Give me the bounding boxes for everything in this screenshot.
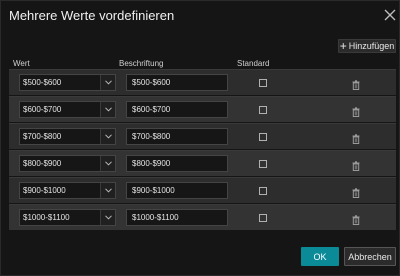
value-select-value: $900-$1000 bbox=[20, 183, 101, 198]
value-select-value: $500-$600 bbox=[20, 75, 101, 90]
value-row: $900-$1000 $900-$1000 bbox=[9, 177, 396, 203]
trash-icon[interactable] bbox=[352, 185, 360, 198]
label-input[interactable]: $600-$700 bbox=[126, 101, 228, 118]
plus-icon: + bbox=[339, 39, 347, 53]
trash-icon[interactable] bbox=[352, 77, 360, 90]
value-select-value: $1000-$1100 bbox=[20, 210, 101, 225]
close-icon[interactable] bbox=[383, 8, 397, 22]
default-checkbox[interactable] bbox=[259, 106, 267, 114]
label-input[interactable]: $1000-$1100 bbox=[126, 209, 228, 226]
chevron-down-icon[interactable] bbox=[101, 102, 115, 117]
trash-icon[interactable] bbox=[352, 212, 360, 225]
add-button[interactable]: + Hinzufügen bbox=[338, 39, 396, 53]
value-row: $1000-$1100 $1000-$1100 bbox=[9, 204, 396, 230]
default-checkbox[interactable] bbox=[259, 79, 267, 87]
dialog: Mehrere Werte vordefinieren + Hinzufügen… bbox=[0, 0, 400, 276]
value-row: $800-$900 $800-$900 bbox=[9, 150, 396, 176]
trash-icon[interactable] bbox=[352, 131, 360, 144]
value-select[interactable]: $1000-$1100 bbox=[19, 209, 116, 226]
label-input[interactable]: $700-$800 bbox=[126, 128, 228, 145]
value-select[interactable]: $800-$900 bbox=[19, 155, 116, 172]
column-header-value: Wert bbox=[13, 59, 30, 68]
default-checkbox[interactable] bbox=[259, 187, 267, 195]
value-select[interactable]: $500-$600 bbox=[19, 74, 116, 91]
value-select[interactable]: $600-$700 bbox=[19, 101, 116, 118]
label-input[interactable]: $900-$1000 bbox=[126, 182, 228, 199]
default-checkbox[interactable] bbox=[259, 133, 267, 141]
chevron-down-icon[interactable] bbox=[101, 183, 115, 198]
add-button-label: Hinzufügen bbox=[348, 41, 395, 51]
label-input[interactable]: $800-$900 bbox=[126, 155, 228, 172]
cancel-button[interactable]: Abbrechen bbox=[344, 247, 396, 266]
chevron-down-icon[interactable] bbox=[101, 129, 115, 144]
chevron-down-icon[interactable] bbox=[101, 156, 115, 171]
default-checkbox[interactable] bbox=[259, 214, 267, 222]
value-select[interactable]: $700-$800 bbox=[19, 128, 116, 145]
label-input[interactable]: $500-$600 bbox=[126, 74, 228, 91]
value-row: $600-$700 $600-$700 bbox=[9, 96, 396, 122]
column-header-default: Standard bbox=[237, 59, 270, 68]
chevron-down-icon[interactable] bbox=[101, 75, 115, 90]
ok-button[interactable]: OK bbox=[301, 247, 339, 266]
value-select-value: $600-$700 bbox=[20, 102, 101, 117]
dialog-title: Mehrere Werte vordefinieren bbox=[9, 8, 175, 23]
value-row: $500-$600 $500-$600 bbox=[9, 69, 396, 95]
value-row: $700-$800 $700-$800 bbox=[9, 123, 396, 149]
column-header-label: Beschriftung bbox=[119, 59, 164, 68]
default-checkbox[interactable] bbox=[259, 160, 267, 168]
chevron-down-icon[interactable] bbox=[101, 210, 115, 225]
trash-icon[interactable] bbox=[352, 158, 360, 171]
value-select[interactable]: $900-$1000 bbox=[19, 182, 116, 199]
value-select-value: $800-$900 bbox=[20, 156, 101, 171]
trash-icon[interactable] bbox=[352, 104, 360, 117]
value-select-value: $700-$800 bbox=[20, 129, 101, 144]
